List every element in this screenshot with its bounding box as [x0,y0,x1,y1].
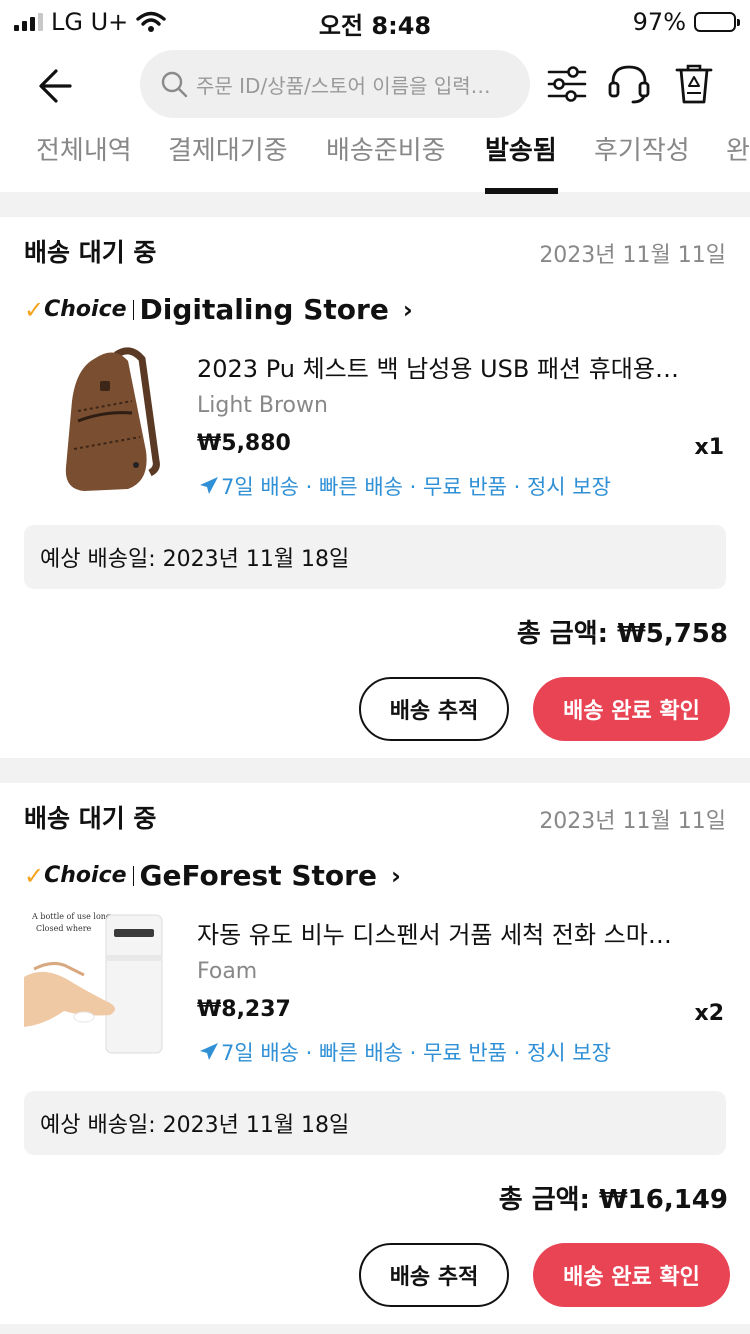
product-price: ₩8,237 [197,997,291,1022]
order-card: 배송 대기 중 2023년 11월 11일 ✓ Choice Digitalin… [0,217,750,758]
product-title[interactable]: 2023 Pu 체스트 백 남성용 USB 패션 휴대용… [197,349,717,384]
search-placeholder: 주문 ID/상품/스토어 이름을 입력… [196,73,491,98]
divider [132,299,134,320]
product-price: ₩5,880 [197,431,291,456]
track-shipment-button[interactable]: 배송 추적 [359,1243,509,1307]
search-input[interactable]: 주문 ID/상품/스토어 이름을 입력… [140,50,530,118]
divider [132,865,134,886]
confirm-delivery-button[interactable]: 배송 완료 확인 [533,1243,730,1307]
airplane-icon [200,1043,218,1060]
order-card: 배송 대기 중 2023년 11월 11일 ✓ Choice GeForest … [0,783,750,1324]
delivery-info: 7일 배송 · 빠른 배송 · 무료 반품 · 정시 보장 [197,471,611,501]
airplane-icon [200,477,218,494]
battery-icon [694,12,740,32]
tab-awaiting-payment[interactable]: 결제대기중 [168,130,288,167]
order-date: 2023년 11월 11일 [539,809,726,834]
order-status: 배송 대기 중 [24,238,157,267]
tab-all[interactable]: 전체내역 [36,130,132,167]
choice-check-icon: ✓ [24,861,45,890]
product-quantity: x1 [694,435,725,460]
choice-label: Choice [44,297,127,322]
choice-check-icon: ✓ [24,295,45,324]
confirm-delivery-button[interactable]: 배송 완료 확인 [533,677,730,741]
product-title[interactable]: 자동 유도 비누 디스펜서 거품 세척 전화 스마… [197,915,717,950]
delivery-text: 7일 배송 · 빠른 배송 · 무료 반품 · 정시 보장 [221,1041,611,1065]
store-name: Digitaling Store [139,293,389,326]
product-variant: Light Brown [197,393,328,418]
status-right: 97% [632,8,740,36]
track-shipment-button[interactable]: 배송 추적 [359,677,509,741]
tab-review[interactable]: 후기작성 [594,130,690,167]
product-variant: Foam [197,959,258,984]
order-status: 배송 대기 중 [24,804,157,833]
order-status-tabs: 전체내역 결제대기중 배송준비중 발송됨 후기작성 완 [0,122,750,194]
product-image-dispenser[interactable]: A bottle of use longer Closed where [24,907,180,1063]
chevron-right-icon: › [402,295,413,324]
choice-label: Choice [44,863,127,888]
tab-shipped[interactable]: 발송됨 [485,130,557,167]
store-link[interactable]: ✓ Choice GeForest Store › [24,859,401,892]
tab-preparing[interactable]: 배송준비중 [326,130,446,167]
order-date: 2023년 11월 11일 [539,243,726,268]
thumb-caption-2: Closed where [36,924,92,933]
status-bar: LG U+ 오전 8:48 97% [0,0,750,42]
recycle-trash-icon[interactable] [672,62,716,106]
store-link[interactable]: ✓ Choice Digitaling Store › [24,293,413,326]
filter-icon[interactable] [545,62,589,106]
store-name: GeForest Store [139,859,377,892]
estimated-delivery: 예상 배송일: 2023년 11월 18일 [24,1091,726,1155]
search-icon [161,71,188,98]
headset-icon[interactable] [607,62,651,106]
order-total: 총 금액: ₩16,149 [498,1185,728,1215]
back-arrow-icon[interactable] [30,62,82,110]
app-header: 주문 ID/상품/스토어 이름을 입력… 전체내역 결제대기중 배송준비중 발송… [0,42,750,194]
battery-percent: 97% [632,8,686,36]
delivery-info: 7일 배송 · 빠른 배송 · 무료 반품 · 정시 보장 [197,1037,611,1067]
delivery-text: 7일 배송 · 빠른 배송 · 무료 반품 · 정시 보장 [221,475,611,499]
order-total: 총 금액: ₩5,758 [516,619,728,649]
active-tab-indicator [485,188,558,194]
product-image-bag[interactable] [24,341,180,497]
estimated-delivery: 예상 배송일: 2023년 11월 18일 [24,525,726,589]
tab-completed[interactable]: 완 [726,130,750,167]
chevron-right-icon: › [390,861,401,890]
product-quantity: x2 [694,1001,725,1026]
